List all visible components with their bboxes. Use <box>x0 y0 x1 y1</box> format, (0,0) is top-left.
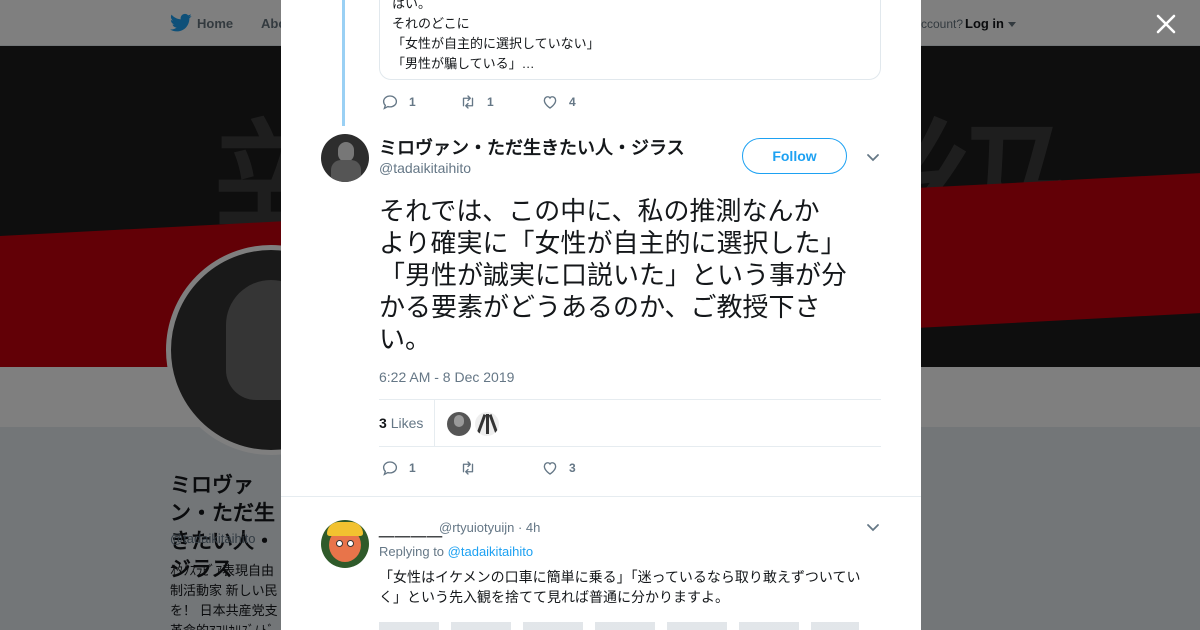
reply-icon <box>382 95 398 110</box>
chevron-down-icon[interactable] <box>866 520 880 534</box>
likes-stat[interactable]: 3 Likes <box>379 415 423 431</box>
liker-avatar[interactable] <box>447 412 471 436</box>
retweet-count: 1 <box>487 95 494 109</box>
replying-to: Replying to @tadaikitaihito <box>379 544 533 559</box>
tweet-text-line: い。 <box>379 324 432 354</box>
replies-divider <box>281 496 921 506</box>
close-icon[interactable] <box>1152 10 1180 38</box>
like-button[interactable]: 3 <box>541 458 576 478</box>
reply-time[interactable]: · 4h <box>518 520 540 535</box>
replying-to-prefix: Replying to <box>379 544 445 559</box>
reply-author-handle[interactable]: @rtyuiotyuijn <box>439 520 514 535</box>
reply-author-avatar[interactable] <box>321 520 369 568</box>
retweet-button[interactable]: 1 <box>459 92 494 112</box>
author-handle[interactable]: @tadaikitaihito <box>379 160 471 176</box>
author-avatar[interactable] <box>321 134 369 182</box>
quoted-line: はい。 <box>392 0 432 11</box>
tweet-text: それでは、この中に、私の推測なんか より確実に「女性が自主的に選択した」 「男性… <box>379 195 884 355</box>
like-button[interactable]: 4 <box>541 92 576 112</box>
like-count: 4 <box>569 95 576 109</box>
thread-line <box>342 0 345 126</box>
reply-text: 「女性はイケメンの口車に簡単に乗る」「迷っているなら取り敢えずついてい く」とい… <box>379 567 881 607</box>
likes-label: Likes <box>390 415 424 431</box>
retweet-icon <box>462 461 474 475</box>
tweet-modal: はい。 それのどこに 「女性が自主的に選択していない」 「男性が騙している」… … <box>281 0 921 630</box>
tweet-stats: 3 Likes <box>379 399 881 447</box>
quoted-line: それのどこに <box>392 16 470 31</box>
quoted-line: 「女性が自主的に選択していない」 <box>392 36 600 51</box>
reply-button[interactable]: 1 <box>381 92 416 112</box>
likes-count: 3 <box>379 415 387 431</box>
reply-button[interactable]: 1 <box>381 458 416 478</box>
quoted-tweet-text: はい。 それのどこに 「女性が自主的に選択していない」 「男性が騙している」… <box>392 0 600 74</box>
previous-tweet-actions: 1 1 4 <box>381 92 681 112</box>
heart-icon <box>543 96 557 109</box>
retweet-icon <box>462 95 474 109</box>
reply-count: 1 <box>409 461 416 475</box>
liker-avatar[interactable] <box>475 412 499 436</box>
heart-icon <box>543 462 557 475</box>
author-name[interactable]: ミロヴァン・ただ生きたい人・ジラス <box>379 134 685 160</box>
tweet-text-line: それでは、この中に、私の推測なんか <box>379 196 820 226</box>
stats-divider <box>434 400 435 446</box>
reply-text-line: 「女性はイケメンの口車に簡単に乗る」「迷っているなら取り敢えずついてい <box>379 569 861 585</box>
reply-count: 1 <box>409 95 416 109</box>
reply-author-name[interactable]: ＿＿＿＿ <box>379 519 443 540</box>
tweet-actions: 1 3 <box>381 458 681 478</box>
reply-author-meta: @rtyuiotyuijn · 4h <box>439 520 540 535</box>
reply-text-cutoff <box>379 622 859 630</box>
reply-icon <box>382 461 398 476</box>
chevron-down-icon[interactable] <box>866 150 880 164</box>
follow-button[interactable]: Follow <box>742 138 847 174</box>
replying-to-link[interactable]: @tadaikitaihito <box>448 544 533 559</box>
quoted-tweet-card[interactable]: はい。 それのどこに 「女性が自主的に選択していない」 「男性が騙している」… <box>379 0 881 80</box>
tweet-text-line: より確実に「女性が自主的に選択した」 <box>379 228 847 258</box>
quoted-line: 「男性が騙している」… <box>392 56 535 71</box>
retweet-button[interactable] <box>459 458 487 478</box>
tweet-text-line: 「男性が誠実に口説いた」という事が分 <box>379 260 848 290</box>
tweet-text-line: かる要素がどうあるのか、ご教授下さ <box>379 292 821 322</box>
tweet-timestamp[interactable]: 6:22 AM - 8 Dec 2019 <box>379 369 514 385</box>
like-count: 3 <box>569 461 576 475</box>
reply-text-line: く」という先入観を捨てて見れば普通に分かりますよ。 <box>379 589 729 605</box>
